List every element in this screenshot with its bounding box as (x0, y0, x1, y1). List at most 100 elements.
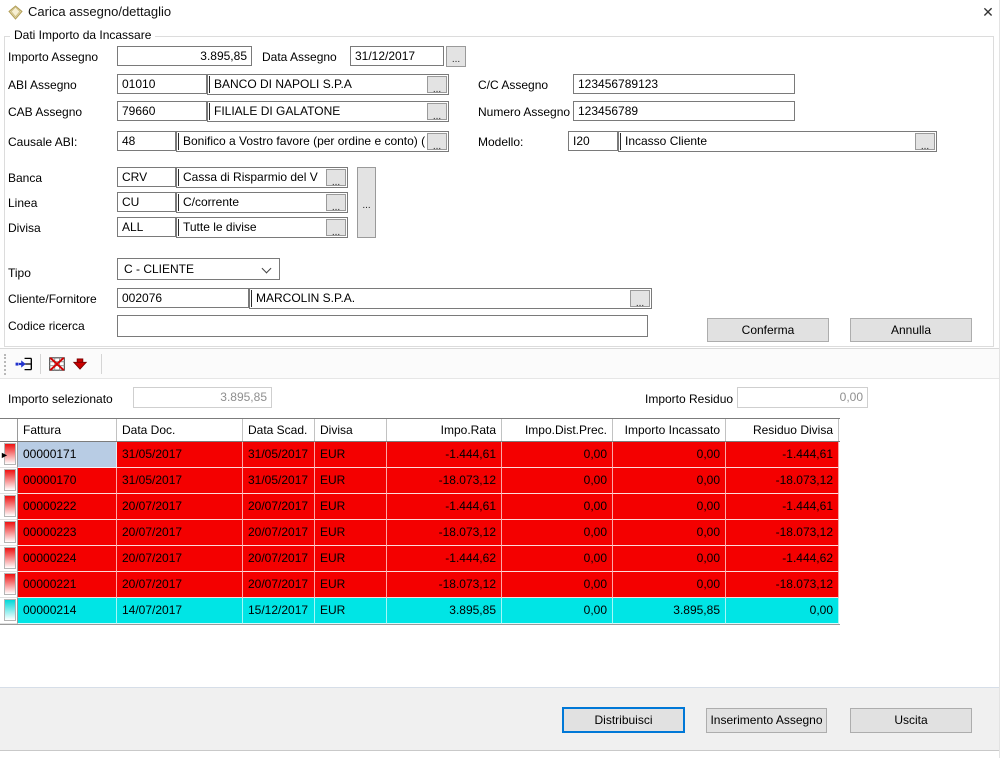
table-row[interactable]: 0000021414/07/201715/12/2017EUR3.895,850… (0, 598, 840, 624)
data-assegno-browse-button[interactable]: ... (446, 46, 466, 67)
table-cell[interactable]: 31/05/2017 (243, 468, 315, 494)
causale-code-input[interactable]: 48 (117, 131, 176, 151)
table-cell[interactable]: 20/07/2017 (117, 546, 243, 572)
table-cell[interactable]: 00000222 (18, 494, 117, 520)
table-cell[interactable]: 0,00 (613, 494, 726, 520)
table-cell[interactable]: 20/07/2017 (243, 546, 315, 572)
causale-browse-button[interactable]: ... (427, 133, 447, 150)
table-cell[interactable]: 31/05/2017 (243, 442, 315, 468)
table-cell[interactable]: -1.444,61 (726, 442, 839, 468)
table-cell[interactable]: 0,00 (613, 520, 726, 546)
row-gutter[interactable] (0, 494, 18, 520)
table-cell[interactable]: 20/07/2017 (117, 494, 243, 520)
table-row[interactable]: ►0000017131/05/201731/05/2017EUR-1.444,6… (0, 442, 840, 468)
table-cell[interactable]: 20/07/2017 (117, 572, 243, 598)
table-cell[interactable]: 20/07/2017 (243, 520, 315, 546)
table-cell[interactable]: EUR (315, 494, 387, 520)
column-header[interactable]: Impo.Rata (387, 419, 502, 441)
divisa-code-input[interactable]: ALL (117, 217, 176, 237)
table-cell[interactable]: 00000221 (18, 572, 117, 598)
table-cell[interactable]: EUR (315, 520, 387, 546)
row-gutter[interactable]: ► (0, 442, 18, 468)
linea-code-input[interactable]: CU (117, 192, 176, 212)
table-cell[interactable]: 20/07/2017 (243, 494, 315, 520)
table-cell[interactable]: 0,00 (613, 468, 726, 494)
table-cell[interactable]: 0,00 (613, 572, 726, 598)
data-assegno-input[interactable]: 31/12/2017 (350, 46, 444, 66)
row-gutter[interactable] (0, 468, 18, 494)
table-cell[interactable]: -1.444,62 (726, 546, 839, 572)
table-cell[interactable]: -18.073,12 (726, 572, 839, 598)
table-cell[interactable]: EUR (315, 468, 387, 494)
table-cell[interactable]: -1.444,61 (726, 494, 839, 520)
modello-code-input[interactable]: I20 (568, 131, 618, 151)
multi-browse-button[interactable]: ... (357, 167, 376, 238)
table-cell[interactable]: 00000170 (18, 468, 117, 494)
table-cell[interactable]: 0,00 (502, 546, 613, 572)
table-row[interactable]: 0000022420/07/201720/07/2017EUR-1.444,62… (0, 546, 840, 572)
table-cell[interactable]: 00000171 (18, 442, 117, 468)
excel-export-button[interactable] (46, 353, 68, 375)
distribuisci-button[interactable]: Distribuisci (562, 707, 685, 733)
table-cell[interactable]: 0,00 (502, 520, 613, 546)
table-row[interactable]: 0000022120/07/201720/07/2017EUR-18.073,1… (0, 572, 840, 598)
banca-code-input[interactable]: CRV (117, 167, 176, 187)
cc-assegno-input[interactable]: 123456789123 (573, 74, 795, 94)
close-icon[interactable]: ✕ (979, 3, 997, 21)
toolbar-grip[interactable] (4, 354, 7, 375)
table-cell[interactable]: 0,00 (726, 598, 839, 624)
table-cell[interactable]: 3.895,85 (387, 598, 502, 624)
table-cell[interactable]: 0,00 (502, 468, 613, 494)
table-cell[interactable]: -18.073,12 (387, 468, 502, 494)
distribute-button[interactable] (69, 353, 91, 375)
column-header[interactable]: Divisa (315, 419, 387, 441)
cliente-browse-button[interactable]: ... (630, 290, 650, 307)
table-row[interactable]: 0000022220/07/201720/07/2017EUR-1.444,61… (0, 494, 840, 520)
table-cell[interactable]: 31/05/2017 (117, 468, 243, 494)
table-cell[interactable]: -18.073,12 (387, 520, 502, 546)
column-header[interactable]: Data Scad. (243, 419, 315, 441)
column-header[interactable]: Data Doc. (117, 419, 243, 441)
row-gutter[interactable] (0, 572, 18, 598)
column-header[interactable]: Fattura (18, 419, 117, 441)
table-cell[interactable]: 00000224 (18, 546, 117, 572)
table-cell[interactable]: 00000223 (18, 520, 117, 546)
annulla-button[interactable]: Annulla (850, 318, 972, 342)
table-row[interactable]: 0000017031/05/201731/05/2017EUR-18.073,1… (0, 468, 840, 494)
row-gutter[interactable] (0, 520, 18, 546)
cliente-code-input[interactable]: 002076 (117, 288, 249, 308)
table-cell[interactable]: 20/07/2017 (117, 520, 243, 546)
cab-code-input[interactable]: 79660 (117, 101, 207, 121)
table-cell[interactable]: 0,00 (502, 572, 613, 598)
numero-assegno-input[interactable]: 123456789 (573, 101, 795, 121)
table-cell[interactable]: 3.895,85 (613, 598, 726, 624)
table-cell[interactable]: 0,00 (502, 494, 613, 520)
abi-browse-button[interactable]: ... (427, 76, 447, 93)
divisa-browse-button[interactable]: ... (326, 219, 346, 236)
table-cell[interactable]: EUR (315, 442, 387, 468)
row-gutter[interactable] (0, 598, 18, 624)
column-header[interactable]: Residuo Divisa (726, 419, 839, 441)
table-cell[interactable]: EUR (315, 572, 387, 598)
table-cell[interactable]: 31/05/2017 (117, 442, 243, 468)
table-cell[interactable]: 0,00 (613, 546, 726, 572)
table-cell[interactable]: 14/07/2017 (117, 598, 243, 624)
table-cell[interactable]: EUR (315, 598, 387, 624)
conferma-button[interactable]: Conferma (707, 318, 829, 342)
table-cell[interactable]: 0,00 (502, 442, 613, 468)
table-cell[interactable]: -18.073,12 (726, 468, 839, 494)
banca-browse-button[interactable]: ... (326, 169, 346, 186)
table-cell[interactable]: -1.444,61 (387, 494, 502, 520)
table-cell[interactable]: -18.073,12 (726, 520, 839, 546)
jump-to-record-button[interactable] (13, 353, 35, 375)
inserimento-assegno-button[interactable]: Inserimento Assegno (706, 708, 827, 733)
linea-browse-button[interactable]: ... (326, 194, 346, 211)
table-cell[interactable]: 00000214 (18, 598, 117, 624)
table-cell[interactable]: 0,00 (613, 442, 726, 468)
uscita-button[interactable]: Uscita (850, 708, 972, 733)
table-cell[interactable]: 20/07/2017 (243, 572, 315, 598)
row-gutter[interactable] (0, 546, 18, 572)
table-cell[interactable]: 15/12/2017 (243, 598, 315, 624)
abi-code-input[interactable]: 01010 (117, 74, 207, 94)
cab-browse-button[interactable]: ... (427, 103, 447, 120)
